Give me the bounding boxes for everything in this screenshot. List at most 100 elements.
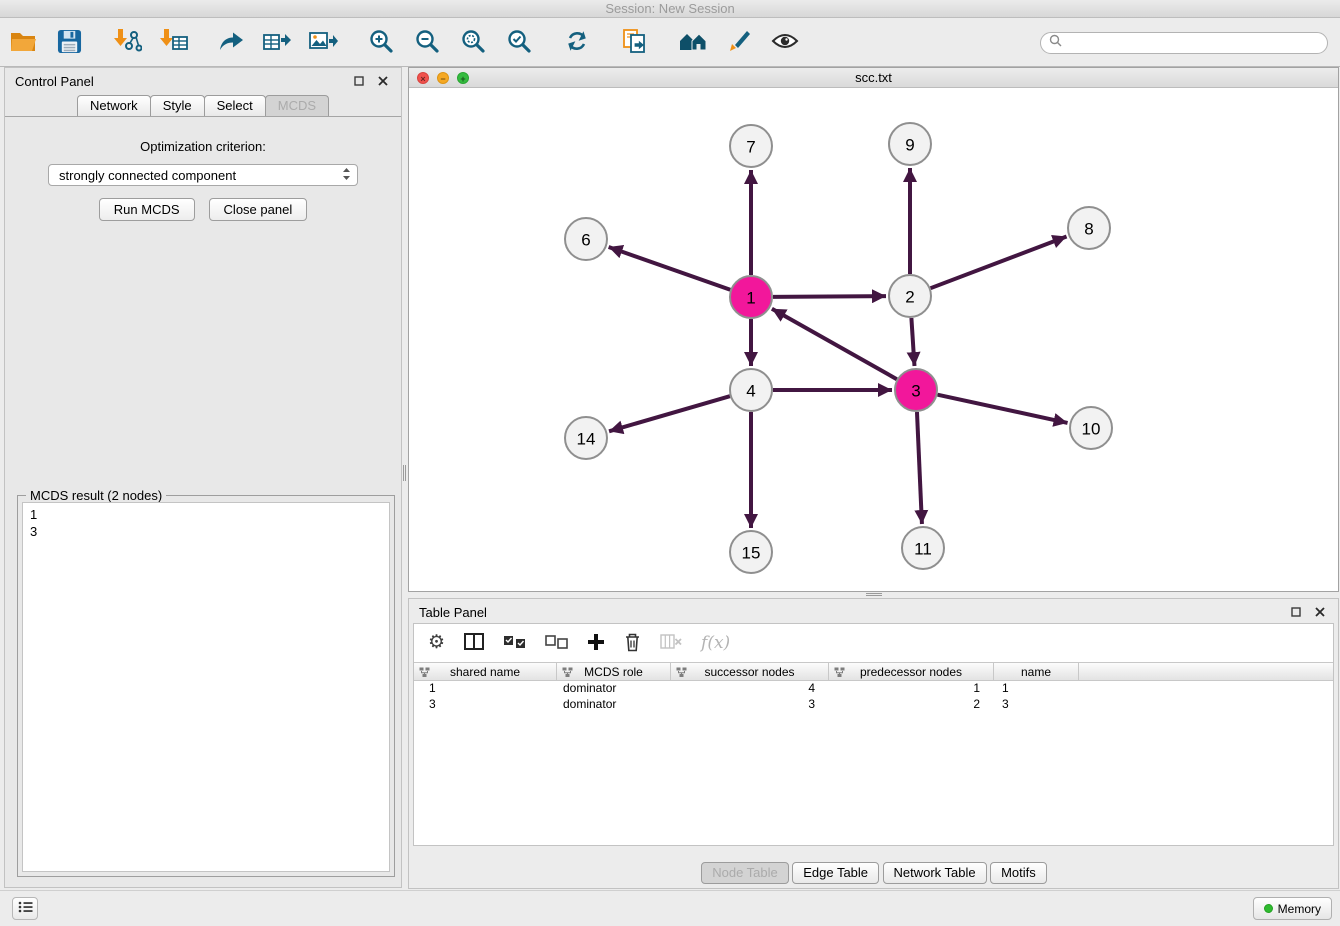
tab-edge-table[interactable]: Edge Table — [792, 862, 879, 884]
search-icon — [1049, 34, 1062, 52]
zoom-fit-button[interactable] — [454, 23, 492, 63]
optimization-criterion-label: Optimization criterion: — [5, 139, 401, 154]
tab-motifs[interactable]: Motifs — [990, 862, 1047, 884]
show-hide-button[interactable] — [766, 23, 804, 63]
copy-document-button[interactable] — [616, 23, 654, 63]
splitter-grip[interactable] — [403, 465, 406, 481]
graph-edge-1-2[interactable] — [773, 296, 886, 297]
control-panel-tabs: Network Style Select MCDS — [5, 94, 401, 117]
graph-edge-3-1[interactable] — [772, 309, 897, 379]
gear-icon: ⚙ — [428, 633, 445, 653]
table-cell[interactable]: 3 — [414, 697, 557, 713]
memory-button[interactable]: Memory — [1253, 897, 1332, 920]
table-cell[interactable]: 1 — [994, 681, 1079, 697]
import-network-icon — [112, 28, 142, 57]
table-cell[interactable]: 1 — [414, 681, 557, 697]
tab-node-table[interactable]: Node Table — [701, 862, 789, 884]
open-folder-icon — [9, 30, 37, 56]
graph-edge-3-10[interactable] — [937, 395, 1067, 423]
tab-network[interactable]: Network — [77, 95, 151, 116]
minimize-window-button[interactable]: − — [437, 72, 449, 84]
add-column-button[interactable] — [587, 633, 605, 654]
graph-node-label: 3 — [911, 382, 920, 401]
export-network-button[interactable] — [212, 23, 250, 63]
memory-label: Memory — [1278, 902, 1321, 916]
table-cell[interactable]: dominator — [557, 681, 671, 697]
graph-edge-2-3[interactable] — [911, 318, 914, 366]
column-header-predecessor-nodes[interactable]: predecessor nodes — [829, 663, 994, 680]
network-graph[interactable]: 7968124314101511 — [409, 88, 1338, 590]
graph-edge-2-8[interactable] — [931, 237, 1067, 289]
refresh-icon — [564, 28, 590, 57]
import-table-icon — [158, 28, 188, 57]
zoom-in-button[interactable] — [362, 23, 400, 63]
run-mcds-button[interactable]: Run MCDS — [99, 198, 195, 221]
plus-icon — [587, 633, 605, 654]
open-file-button[interactable] — [4, 23, 42, 63]
zoom-selected-button[interactable] — [500, 23, 538, 63]
close-window-button[interactable]: × — [417, 72, 429, 84]
delete-table-button[interactable] — [660, 634, 682, 652]
table-cell[interactable]: 3 — [671, 697, 829, 713]
apply-function-button[interactable]: f(x) — [701, 633, 730, 653]
graph-edge-1-6[interactable] — [609, 247, 731, 290]
column-header-name[interactable]: name — [994, 663, 1079, 680]
mcds-result-title: MCDS result (2 nodes) — [26, 488, 166, 503]
export-table-button[interactable] — [258, 23, 296, 63]
home-icon — [678, 29, 708, 56]
dropdown-selected-value: strongly connected component — [59, 168, 342, 183]
column-edit-icon — [834, 667, 845, 681]
trash-icon — [624, 632, 641, 655]
import-network-button[interactable] — [108, 23, 146, 63]
close-icon — [1315, 605, 1325, 620]
home-neighbors-button[interactable] — [674, 23, 712, 63]
table-cell[interactable]: 4 — [671, 681, 829, 697]
search-box[interactable] — [1040, 32, 1328, 54]
result-line: 1 — [30, 506, 382, 523]
select-all-columns-button[interactable] — [503, 635, 526, 652]
graph-node-label: 9 — [905, 136, 914, 155]
graph-edge-3-11[interactable] — [917, 412, 922, 524]
table-settings-button[interactable]: ⚙ — [428, 633, 445, 653]
float-panel-button[interactable] — [351, 73, 367, 89]
save-session-button[interactable] — [50, 23, 88, 63]
task-history-button[interactable] — [12, 897, 38, 920]
float-panel-button[interactable] — [1288, 604, 1304, 620]
export-table-icon — [262, 28, 292, 57]
zoom-out-button[interactable] — [408, 23, 446, 63]
search-input[interactable] — [1066, 36, 1319, 50]
close-panel-action-button[interactable]: Close panel — [209, 198, 308, 221]
table-cell[interactable]: 1 — [829, 681, 994, 697]
save-icon — [57, 29, 82, 57]
window-titlebar: Session: New Session — [0, 0, 1340, 18]
graph-node-label: 11 — [914, 540, 932, 559]
optimization-criterion-dropdown[interactable]: strongly connected component — [48, 164, 358, 186]
column-header-successor-nodes[interactable]: successor nodes — [671, 663, 829, 680]
tab-select[interactable]: Select — [204, 95, 266, 116]
tab-network-table[interactable]: Network Table — [883, 862, 987, 884]
table-cell[interactable]: 2 — [829, 697, 994, 713]
table-cell[interactable]: 3 — [994, 697, 1079, 713]
column-header-mcds-role[interactable]: MCDS role — [557, 663, 671, 680]
show-columns-button[interactable] — [464, 633, 484, 653]
export-network-icon — [217, 29, 245, 56]
style-brush-button[interactable] — [720, 23, 758, 63]
zoom-window-button[interactable]: + — [457, 72, 469, 84]
import-table-button[interactable] — [154, 23, 192, 63]
refresh-button[interactable] — [558, 23, 596, 63]
close-panel-button[interactable] — [1312, 604, 1328, 620]
column-header-shared-name[interactable]: shared name — [414, 663, 557, 680]
graph-node-label: 2 — [905, 288, 914, 307]
table-cell[interactable]: dominator — [557, 697, 671, 713]
table-toolbar: ⚙ f(x) — [414, 624, 1333, 662]
tab-mcds[interactable]: MCDS — [265, 95, 329, 116]
graph-node-label: 14 — [577, 430, 596, 449]
table-row[interactable]: 1dominator411 — [414, 681, 1333, 697]
table-row[interactable]: 3dominator323 — [414, 697, 1333, 713]
delete-column-button[interactable] — [624, 632, 641, 655]
close-panel-button[interactable] — [375, 73, 391, 89]
graph-edge-4-14[interactable] — [609, 396, 730, 431]
export-image-button[interactable] — [304, 23, 342, 63]
unselect-all-columns-button[interactable] — [545, 635, 568, 652]
tab-style[interactable]: Style — [150, 95, 205, 116]
